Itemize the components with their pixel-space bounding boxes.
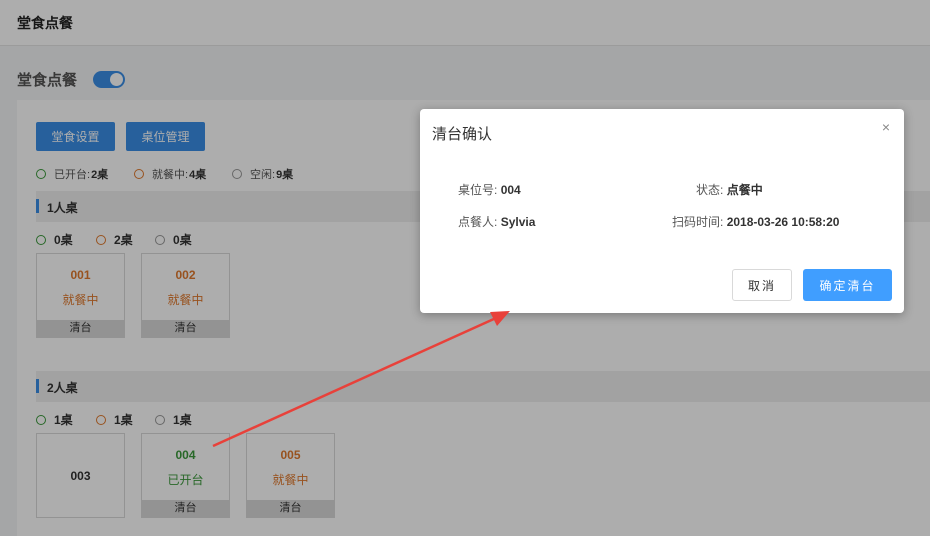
scan-time-value: 2018-03-26 10:58:20 xyxy=(726,215,840,229)
close-icon[interactable]: × xyxy=(882,119,890,135)
table-no-field: 桌位号: 004 xyxy=(458,181,521,198)
status-label: 状态: xyxy=(696,183,724,197)
dialog-title: 清台确认 xyxy=(432,126,493,143)
clear-table-dialog: 清台确认 × 桌位号: 004 状态: 点餐中 点餐人: Sylvia 扫码时间… xyxy=(420,109,904,313)
table-no-value: 004 xyxy=(500,183,521,197)
table-no-label: 桌位号: xyxy=(458,183,498,197)
customer-value: Sylvia xyxy=(500,215,536,229)
customer-label: 点餐人: xyxy=(458,215,498,229)
status-value: 点餐中 xyxy=(726,183,763,197)
customer-field: 点餐人: Sylvia xyxy=(458,213,535,230)
scan-time-label: 扫码时间: xyxy=(672,215,724,229)
confirm-clear-button[interactable]: 确定清台 xyxy=(803,269,892,301)
cancel-button[interactable]: 取消 xyxy=(732,269,792,301)
status-field: 状态: 点餐中 xyxy=(696,181,763,198)
scan-time-field: 扫码时间: 2018-03-26 10:58:20 xyxy=(672,213,839,230)
